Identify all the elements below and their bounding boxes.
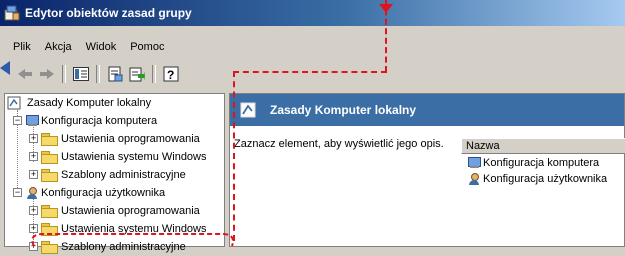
tree-item-software-settings[interactable]: Ustawienia oprogramowania <box>41 130 200 148</box>
callout-line <box>233 71 387 73</box>
help-icon[interactable]: ? <box>160 63 182 85</box>
tree-item-label: Ustawienia systemu Windows <box>61 151 207 163</box>
folder-icon <box>41 151 58 164</box>
computer-icon <box>25 115 39 127</box>
tree-item-user-config[interactable]: Konfiguracja użytkownika <box>25 184 165 202</box>
folder-icon <box>41 169 58 182</box>
highlight-ellipse <box>31 233 234 247</box>
callout-line <box>385 0 387 72</box>
gpedit-app-icon <box>4 5 20 21</box>
details-title: Zasady Komputer lokalny <box>270 103 417 117</box>
tree-item-label: Szablony administracyjne <box>61 169 186 181</box>
column-header-name[interactable]: Nazwa <box>461 138 625 154</box>
tree-item-label: Ustawienia oprogramowania <box>61 205 200 217</box>
collapse-toggle[interactable]: − <box>13 188 22 197</box>
tree-item-admin-templates[interactable]: Szablony administracyjne <box>41 166 186 184</box>
window-title: Edytor obiektów zasad grupy <box>25 6 192 20</box>
callout-arrowhead <box>0 61 10 75</box>
tree-item-computer-config[interactable]: Konfiguracja komputera <box>25 112 157 130</box>
list-item-label: Konfiguracja użytkownika <box>483 173 608 185</box>
forward-icon[interactable] <box>36 63 58 85</box>
collapse-toggle[interactable]: − <box>13 116 22 125</box>
expand-toggle[interactable]: + <box>29 152 38 161</box>
user-icon <box>467 172 481 186</box>
list-item-computer-config[interactable]: Konfiguracja komputera <box>467 155 599 171</box>
user-icon <box>25 186 39 200</box>
menu-akcja[interactable]: Akcja <box>38 41 79 53</box>
policy-icon <box>7 96 23 110</box>
toolbar-separator <box>152 65 156 83</box>
expand-toggle[interactable]: + <box>29 134 38 143</box>
show-hide-tree-icon[interactable] <box>70 63 92 85</box>
folder-icon <box>41 205 58 218</box>
toolbar-separator <box>62 65 66 83</box>
title-bar[interactable]: Edytor obiektów zasad grupy <box>0 0 625 26</box>
folder-icon <box>41 133 58 146</box>
svg-text:?: ? <box>167 68 174 82</box>
toolbar: ? <box>0 61 625 87</box>
menu-bar: Plik Akcja Widok Pomoc <box>0 38 171 56</box>
menu-widok[interactable]: Widok <box>79 41 124 53</box>
menu-plik[interactable]: Plik <box>0 41 38 53</box>
tree-item-windows-settings[interactable]: Ustawienia systemu Windows <box>41 148 207 166</box>
details-header: Zasady Komputer lokalny <box>230 94 624 126</box>
list-item-user-config[interactable]: Konfiguracja użytkownika <box>467 171 607 187</box>
tree-item-label: Ustawienia oprogramowania <box>61 133 200 145</box>
details-pane[interactable]: Zasady Komputer lokalny Zaznacz element,… <box>229 93 625 247</box>
policy-icon <box>240 102 258 118</box>
tree-item-label: Konfiguracja komputera <box>41 115 158 127</box>
properties-icon[interactable] <box>104 63 126 85</box>
expand-toggle[interactable]: + <box>29 170 38 179</box>
tree-item-label: Zasady Komputer lokalny <box>27 97 152 109</box>
toolbar-separator <box>96 65 100 83</box>
details-description: Zaznacz element, aby wyświetlić jego opi… <box>234 138 444 150</box>
computer-icon <box>467 157 481 169</box>
tree-pane[interactable]: Zasady Komputer lokalny − Konfiguracja k… <box>4 93 225 254</box>
expand-toggle[interactable]: + <box>29 206 38 215</box>
export-list-icon[interactable] <box>126 63 148 85</box>
callout-line <box>233 71 235 241</box>
tree-item-user-software-settings[interactable]: Ustawienia oprogramowania <box>41 202 200 220</box>
tree-item-label: Konfiguracja użytkownika <box>41 187 166 199</box>
tree-item-root[interactable]: Zasady Komputer lokalny <box>7 94 151 112</box>
list-item-label: Konfiguracja komputera <box>483 157 600 169</box>
menu-pomoc[interactable]: Pomoc <box>123 41 171 53</box>
back-icon[interactable] <box>14 63 36 85</box>
